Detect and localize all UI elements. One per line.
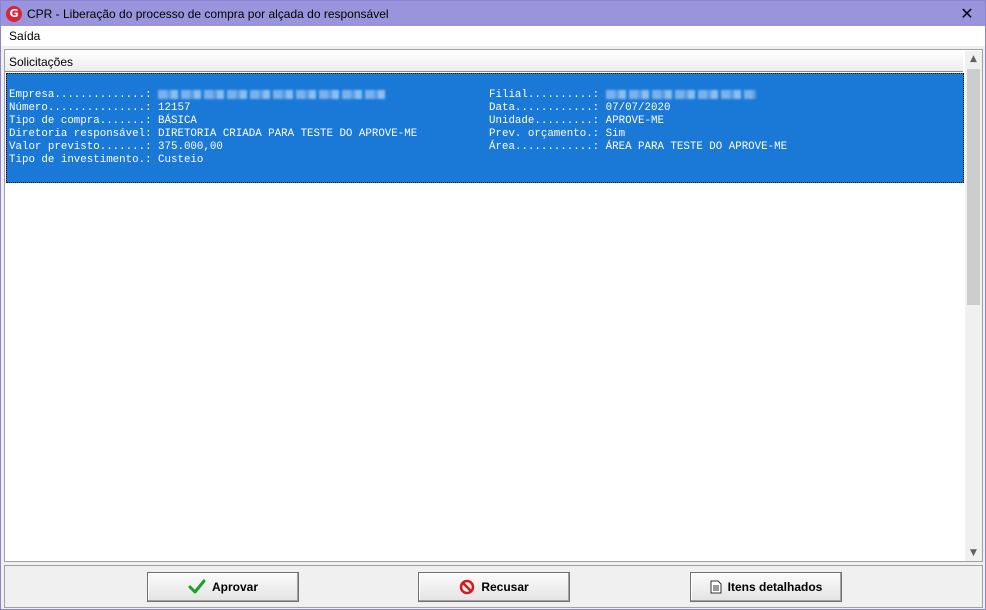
- field-numero: Número...............: 12157: [9, 102, 417, 115]
- field-diretoria: Diretoria responsável: DIRETORIA CRIADA …: [9, 128, 417, 141]
- field-label: Valor previsto.......:: [9, 141, 152, 153]
- document-icon: [710, 580, 722, 594]
- field-value: BÁSICA: [158, 115, 197, 127]
- scroll-thumb[interactable]: [967, 69, 980, 305]
- approve-button[interactable]: Aprovar: [147, 572, 299, 602]
- requests-panel-header: Solicitações: [5, 50, 963, 72]
- field-value: ÁREA PARA TESTE DO APROVE-ME: [605, 141, 788, 153]
- prohibited-icon: [459, 579, 475, 595]
- record-left-column: Empresa..............: Número...........…: [9, 89, 417, 167]
- vertical-scrollbar[interactable]: ▲ ▼: [965, 51, 982, 561]
- scroll-down-arrow-icon[interactable]: ▼: [965, 545, 982, 561]
- detailed-items-label: Itens detalhados: [727, 580, 823, 594]
- refuse-label: Recusar: [481, 580, 529, 594]
- record-right-column: Filial..........: Data............: 07/0…: [489, 89, 787, 154]
- action-bar: Aprovar Recusar Itens detalhados: [4, 565, 983, 608]
- menu-item-saida[interactable]: Saída: [9, 29, 40, 43]
- field-label: Filial..........:: [489, 89, 600, 101]
- field-value: Custeio: [158, 154, 204, 166]
- field-label: Diretoria responsável:: [9, 128, 152, 140]
- field-label: Tipo de compra.......:: [9, 115, 152, 127]
- redacted-value: [605, 89, 756, 99]
- field-label: Prev. orçamento.:: [489, 128, 600, 140]
- field-area: Área............: ÁREA PARA TESTE DO APR…: [489, 141, 787, 154]
- field-value: 375.000,00: [158, 141, 223, 153]
- field-value: APROVE-ME: [605, 115, 664, 127]
- field-label: Tipo de investimento.:: [9, 154, 152, 166]
- approve-label: Aprovar: [211, 580, 258, 594]
- request-record[interactable]: Empresa..............: Número...........…: [6, 73, 964, 183]
- field-label: Unidade.........:: [489, 115, 600, 127]
- field-data: Data............: 07/07/2020: [489, 102, 787, 115]
- field-label: Número...............:: [9, 102, 152, 114]
- close-icon: ✕: [960, 4, 974, 23]
- refuse-button[interactable]: Recusar: [418, 572, 570, 602]
- main-window: G CPR - Liberação do processo de compra …: [0, 0, 986, 610]
- field-value: 07/07/2020: [605, 102, 671, 114]
- field-tipo-compra: Tipo de compra.......: BÁSICA: [9, 115, 417, 128]
- field-filial: Filial..........:: [489, 89, 787, 102]
- field-label: Empresa..............:: [9, 89, 152, 101]
- field-tipo-investimento: Tipo de investimento.: Custeio: [9, 154, 417, 167]
- redacted-value: [158, 89, 389, 99]
- title-bar[interactable]: G CPR - Liberação do processo de compra …: [1, 1, 985, 26]
- field-unidade: Unidade.........: APROVE-ME: [489, 115, 787, 128]
- field-value: DIRETORIA CRIADA PARA TESTE DO APROVE-ME: [158, 128, 418, 140]
- detailed-items-button[interactable]: Itens detalhados: [690, 572, 842, 602]
- scroll-up-arrow-icon[interactable]: ▲: [965, 51, 982, 67]
- checkmark-icon: [188, 579, 206, 595]
- field-value: Sim: [605, 128, 626, 140]
- field-prev-orcamento: Prev. orçamento.: Sim: [489, 128, 787, 141]
- close-button[interactable]: ✕: [949, 1, 985, 26]
- field-value: 12157: [158, 102, 191, 114]
- field-valor-previsto: Valor previsto.......: 375.000,00: [9, 141, 417, 154]
- app-logo-icon: G: [6, 5, 22, 22]
- requests-panel: Solicitações Empresa..............: Núme…: [4, 49, 983, 562]
- window-title: CPR - Liberação do processo de compra po…: [27, 6, 389, 21]
- field-label: Área............:: [489, 141, 600, 153]
- panel-title: Solicitações: [9, 55, 74, 69]
- field-label: Data............:: [489, 102, 600, 114]
- field-empresa: Empresa..............:: [9, 89, 417, 102]
- menu-bar: Saída: [1, 26, 985, 46]
